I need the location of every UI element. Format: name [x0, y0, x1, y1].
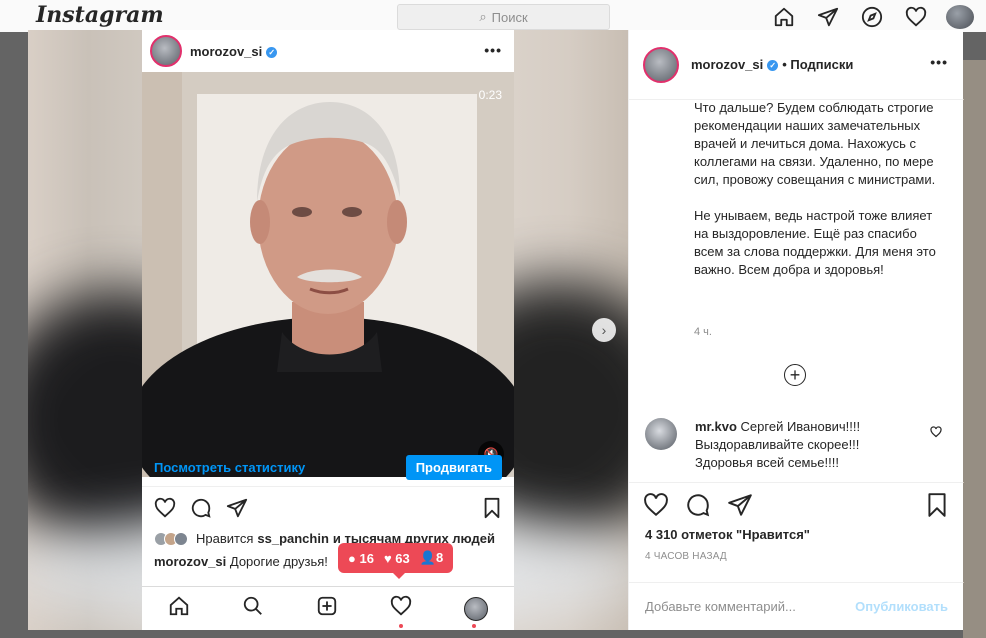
- video-player[interactable]: 0:23 🔇: [142, 72, 514, 477]
- post-details-panel: morozov_si ✓ • Подписки ••• Что дальше? Б…: [628, 30, 964, 630]
- direct-icon[interactable]: [814, 5, 842, 29]
- phone-comment-icon[interactable]: [190, 497, 212, 524]
- share-icon[interactable]: [727, 492, 753, 523]
- next-media-arrow[interactable]: ›: [592, 318, 616, 342]
- comment-text: mr.kvo Сергей Иванович!!!! Выздоравливай…: [695, 418, 905, 472]
- comment-icon[interactable]: [685, 492, 711, 523]
- video-frame: [142, 72, 514, 477]
- phone-username[interactable]: morozov_si ✓: [190, 44, 278, 59]
- commenter-username[interactable]: mr.kvo: [695, 419, 737, 434]
- post-action-bar: [643, 492, 753, 523]
- likes-user[interactable]: ss_panchin: [257, 531, 329, 546]
- verified-icon: ✓: [767, 60, 779, 71]
- post-caption: Что дальше? Будем соблюдать строгие реко…: [694, 99, 949, 297]
- search-icon: ⌕: [479, 9, 487, 24]
- post-header: morozov_si ✓ • Подписки •••: [629, 30, 964, 100]
- activity-dot: [399, 624, 403, 628]
- nav-icons: [770, 5, 974, 29]
- video-timer: 0:23: [478, 88, 502, 102]
- commenter-avatar[interactable]: [645, 418, 677, 450]
- view-insights-link[interactable]: Посмотреть статистику: [154, 460, 305, 475]
- phone-save-icon[interactable]: [482, 497, 502, 524]
- activity-heart-icon[interactable]: [902, 5, 930, 29]
- phone-bottom-nav: [142, 586, 514, 630]
- likes-count[interactable]: 4 310 отметок "Нравится": [645, 527, 810, 542]
- search-placeholder: Поиск: [491, 9, 528, 25]
- phone-caption-user[interactable]: morozov_si: [154, 554, 226, 569]
- comment-item: mr.kvo Сергей Иванович!!!! Выздоравливай…: [645, 418, 950, 472]
- phone-new-post-icon[interactable]: [316, 595, 338, 622]
- publish-button[interactable]: Опубликовать: [855, 599, 948, 614]
- post-timestamp: 4 ЧАСОВ НАЗАД: [645, 551, 727, 562]
- liker-avatars: [154, 531, 188, 546]
- phone-activity-icon[interactable]: [390, 595, 412, 622]
- phone-user-avatar[interactable]: [150, 35, 182, 67]
- person-icon: 👤: [419, 550, 436, 565]
- promote-button[interactable]: Продвигать: [405, 455, 502, 480]
- phone-caption-text: Дорогие друзья!: [229, 554, 328, 569]
- caption-time: 4 ч.: [694, 326, 712, 338]
- verified-icon: ✓: [266, 46, 278, 58]
- save-icon[interactable]: [925, 492, 949, 523]
- author-avatar[interactable]: [643, 46, 679, 83]
- heart-icon: ♥: [383, 550, 392, 566]
- likes-prefix: Нравится: [196, 531, 254, 546]
- phone-profile-avatar[interactable]: [464, 596, 488, 621]
- caption-paragraph-1: Что дальше? Будем соблюдать строгие реко…: [694, 100, 936, 187]
- phone-screenshot: morozov_si ✓ ••• 0:23 🔇 Посмотреть статис…: [142, 30, 514, 630]
- caption-paragraph-2: Не унываем, ведь настрой тоже влияет на …: [694, 208, 936, 277]
- notif-comments: ● 16: [348, 550, 374, 566]
- phone-caption: morozov_si Дорогие друзья!: [154, 554, 328, 569]
- profile-avatar[interactable]: [946, 5, 974, 29]
- explore-icon[interactable]: [858, 5, 886, 29]
- search-box[interactable]: ⌕ Поиск: [397, 4, 610, 30]
- phone-action-bar: [154, 497, 248, 524]
- top-bar: Instagram ⌕ Поиск: [0, 0, 986, 32]
- comment-bubble-icon: ●: [348, 550, 356, 566]
- phone-search-icon[interactable]: [242, 595, 264, 622]
- divider: [629, 482, 964, 483]
- home-icon[interactable]: [770, 5, 798, 29]
- like-icon[interactable]: [643, 492, 669, 523]
- stats-row: Посмотреть статистику Продвигать: [142, 449, 514, 487]
- notif-likes: ♥ 63: [383, 550, 410, 566]
- following-label[interactable]: • Подписки: [782, 57, 853, 72]
- phone-post-header: morozov_si ✓ •••: [142, 30, 514, 72]
- phone-more-icon[interactable]: •••: [484, 42, 502, 58]
- load-more-comments-icon[interactable]: +: [784, 364, 806, 386]
- profile-dot: [472, 624, 476, 628]
- background-feed-edge: [963, 60, 986, 638]
- phone-home-icon[interactable]: [168, 595, 190, 622]
- activity-notification-bubble[interactable]: ● 16 ♥ 63 👤8: [338, 543, 454, 579]
- add-comment-bar: Опубликовать: [629, 582, 964, 630]
- notif-follows: 👤8: [419, 550, 444, 565]
- more-options-icon[interactable]: •••: [930, 54, 948, 70]
- comment-like-icon[interactable]: [930, 426, 942, 441]
- comment-input[interactable]: [645, 599, 845, 614]
- phone-share-icon[interactable]: [226, 497, 248, 524]
- author-username[interactable]: morozov_si ✓: [691, 57, 779, 72]
- phone-like-icon[interactable]: [154, 497, 176, 524]
- instagram-logo[interactable]: Instagram: [36, 2, 164, 28]
